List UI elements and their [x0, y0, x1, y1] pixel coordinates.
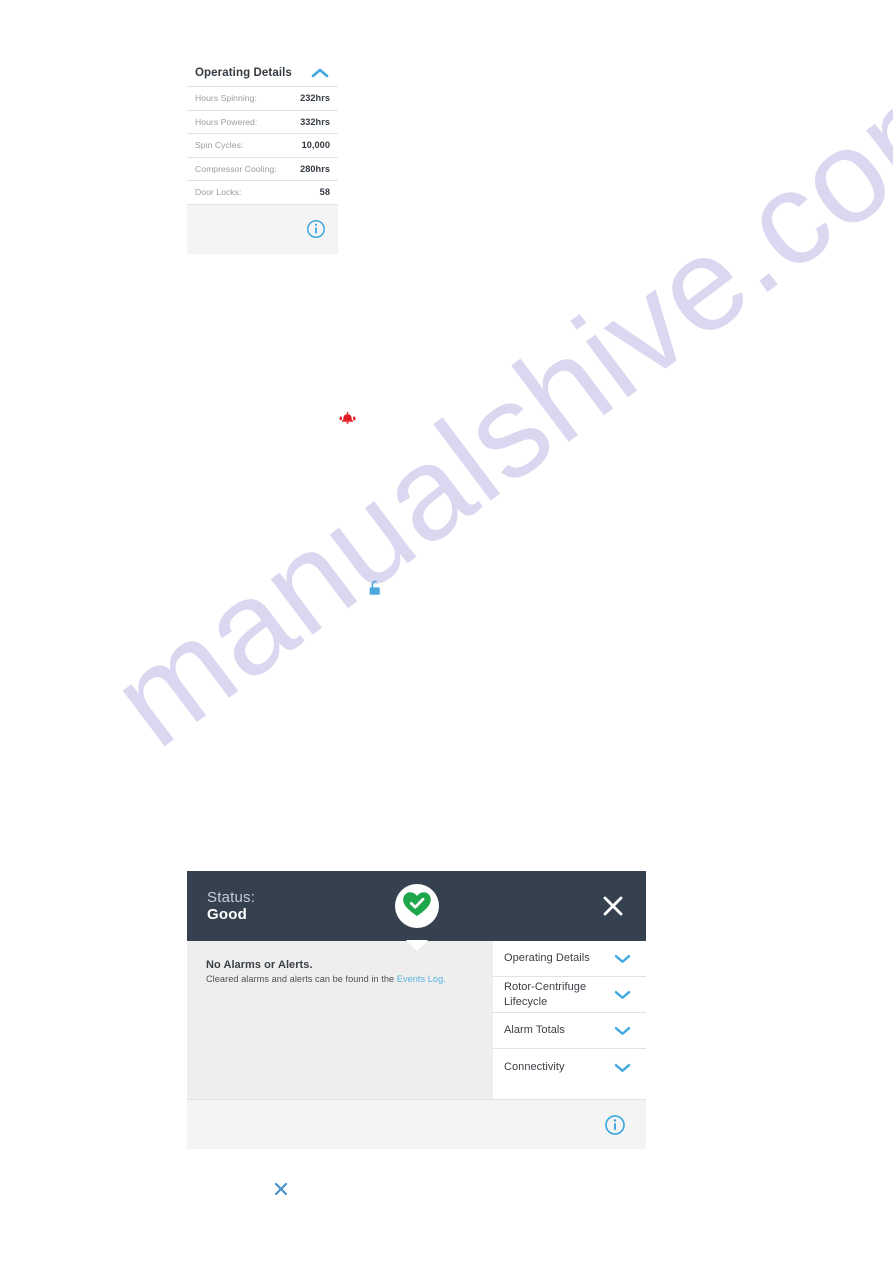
status-block: Status: Good: [187, 889, 255, 924]
table-row: Compressor Cooling: 280hrs: [187, 156, 338, 181]
accordion-item-label: Alarm Totals: [504, 1024, 565, 1037]
table-row: Spin Cycles: 10,000: [187, 133, 338, 157]
accordion-item-label: Operating Details: [504, 952, 590, 965]
table-row: Hours Spinning: 232hrs: [187, 86, 338, 110]
accordion-item-label: Connectivity: [504, 1060, 565, 1073]
table-row: Hours Powered: 332hrs: [187, 109, 338, 134]
alarms-subtitle-text: Cleared alarms and alerts can be found i…: [206, 974, 397, 984]
row-value: 280hrs: [300, 163, 330, 174]
close-icon[interactable]: [272, 1180, 290, 1198]
accordion-item-operating-details[interactable]: Operating Details: [493, 941, 646, 977]
info-icon[interactable]: [306, 219, 326, 239]
unlocked-padlock-icon: [367, 579, 383, 597]
alarms-pane: No Alarms or Alerts. Cleared alarms and …: [187, 941, 493, 1099]
row-label: Spin Cycles:: [195, 140, 244, 151]
operating-details-card-title: Operating Details: [195, 67, 292, 79]
operating-details-card-header[interactable]: Operating Details: [187, 62, 338, 86]
events-log-link[interactable]: Events Log.: [397, 974, 446, 984]
accordion-item-alarm-totals[interactable]: Alarm Totals: [493, 1013, 646, 1049]
chevron-down-icon[interactable]: [613, 988, 632, 1001]
row-label: Door Locks:: [195, 187, 242, 198]
row-value: 10,000: [301, 140, 330, 151]
row-value: 58: [319, 187, 330, 198]
row-label: Compressor Cooling:: [195, 163, 277, 174]
row-label: Hours Spinning:: [195, 93, 257, 104]
status-badge: [394, 884, 439, 928]
row-label: Hours Powered:: [195, 116, 258, 127]
status-label: Status:: [207, 888, 256, 906]
info-icon[interactable]: [604, 1114, 626, 1136]
table-row: Door Locks: 58: [187, 180, 338, 204]
operating-details-card: Operating Details Hours Spinning: 232hrs…: [187, 62, 338, 254]
chevron-up-icon[interactable]: [310, 66, 330, 80]
status-dialog-footer: [187, 1099, 646, 1149]
accordion-item-rotor-centrifuge-lifecycle[interactable]: Rotor-Centrifuge Lifecycle: [493, 977, 646, 1013]
alarms-title: No Alarms or Alerts.: [206, 959, 313, 971]
status-value: Good: [207, 906, 247, 923]
status-accordion: Operating Details Rotor-Centrifuge Lifec…: [493, 941, 646, 1099]
status-dialog: Status: Good No Alarms or Alerts. Cleare…: [187, 871, 646, 1149]
operating-details-card-footer: [187, 203, 338, 254]
alarms-subtitle: Cleared alarms and alerts can be found i…: [206, 974, 477, 984]
alarm-bell-icon: [338, 408, 357, 427]
accordion-item-label: Rotor-Centrifuge Lifecycle: [504, 981, 587, 1008]
heart-check-icon: [400, 887, 434, 926]
accordion-item-connectivity[interactable]: Connectivity: [493, 1049, 646, 1085]
row-value: 232hrs: [300, 93, 330, 104]
chevron-down-icon[interactable]: [613, 952, 632, 965]
row-value: 332hrs: [300, 116, 330, 127]
dialog-pointer: [405, 940, 428, 951]
chevron-down-icon[interactable]: [613, 1061, 632, 1074]
operating-details-rows: Hours Spinning: 232hrs Hours Powered: 33…: [187, 86, 338, 204]
chevron-down-icon[interactable]: [613, 1024, 632, 1037]
status-dialog-header: Status: Good: [187, 871, 646, 951]
close-icon[interactable]: [600, 893, 626, 919]
status-dialog-body: No Alarms or Alerts. Cleared alarms and …: [187, 941, 646, 1099]
